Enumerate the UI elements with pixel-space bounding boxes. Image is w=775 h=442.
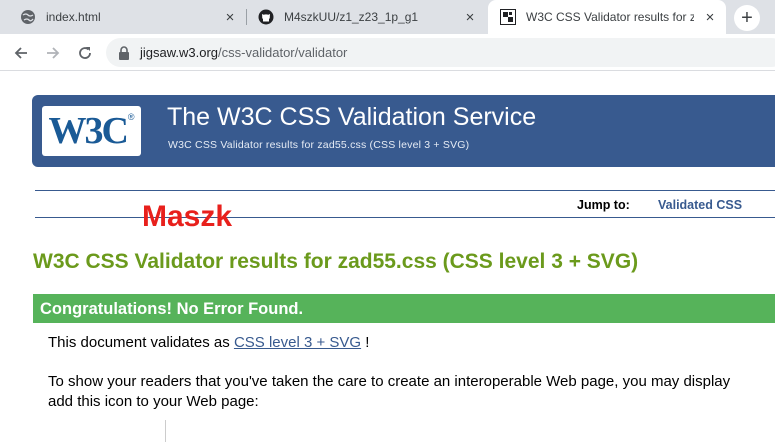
instructions-line-1: To show your readers that you've taken t… [48, 373, 731, 390]
tab-close-icon[interactable]: × [702, 9, 718, 25]
success-banner: Congratulations! No Error Found. [33, 294, 775, 323]
jump-validated-css-link[interactable]: Validated CSS [658, 198, 742, 212]
page-subtitle: W3C CSS Validator results for zad55.css … [168, 139, 470, 151]
tab-w3c-validator[interactable]: W3C CSS Validator results for zad × [488, 0, 726, 34]
tab-index-html[interactable]: index.html × [8, 0, 246, 34]
validates-suffix: ! [365, 334, 370, 351]
tab-strip: index.html × M4szkUU/z1_z23_1p_g1 × W3C … [0, 0, 775, 34]
tab-close-icon[interactable]: × [222, 9, 238, 25]
page-content: W3C ® The W3C CSS Validation Service W3C … [0, 72, 775, 442]
arrow-right-icon [47, 47, 60, 59]
page-title[interactable]: The W3C CSS Validation Service [167, 103, 536, 132]
new-tab-button[interactable]: + [734, 5, 760, 31]
url-host: jigsaw.w3.org [140, 45, 219, 60]
lock-icon[interactable] [118, 45, 130, 60]
tab-title: M4szkUU/z1_z23_1p_g1 [284, 10, 419, 24]
w3c-favicon-icon [500, 9, 516, 25]
logo-registered-mark: ® [127, 112, 135, 122]
tab-close-icon[interactable]: × [462, 9, 478, 25]
reload-button[interactable] [74, 42, 96, 64]
browser-toolbar: jigsaw.w3.org/css-validator/validator [0, 34, 775, 71]
url-path: /css-validator/validator [218, 45, 348, 60]
arrow-left-icon [14, 47, 27, 59]
code-block-edge [165, 420, 166, 442]
tab-title: W3C CSS Validator results for zad [526, 10, 694, 24]
back-button[interactable] [10, 42, 32, 64]
jump-to-label: Jump to: [577, 198, 630, 212]
validation-statement: This document validates as CSS level 3 +… [48, 334, 369, 351]
badge-instructions: To show your readers that you've taken t… [48, 372, 775, 412]
jumpbar-divider-top [35, 190, 775, 191]
tab-title: index.html [46, 10, 101, 24]
success-message: Congratulations! No Error Found. [40, 300, 304, 318]
forward-button[interactable] [42, 42, 64, 64]
instructions-line-2: add this icon to your Web page: [48, 393, 259, 410]
results-heading: W3C CSS Validator results for zad55.css … [33, 250, 639, 273]
globe-icon [20, 9, 36, 25]
url-text: jigsaw.w3.org/css-validator/validator [140, 45, 347, 60]
w3c-logo[interactable]: W3C ® [42, 106, 141, 156]
validates-prefix: This document validates as [48, 334, 230, 351]
github-icon [258, 9, 274, 25]
overlay-annotation: Maszk [142, 200, 233, 233]
css-profile-link[interactable]: CSS level 3 + SVG [234, 334, 361, 351]
header-banner: W3C ® The W3C CSS Validation Service W3C … [32, 95, 775, 167]
address-bar[interactable]: jigsaw.w3.org/css-validator/validator [106, 38, 775, 67]
reload-icon [79, 47, 91, 59]
logo-text: W3C [48, 110, 128, 152]
tab-github-repo[interactable]: M4szkUU/z1_z23_1p_g1 × [246, 0, 486, 34]
